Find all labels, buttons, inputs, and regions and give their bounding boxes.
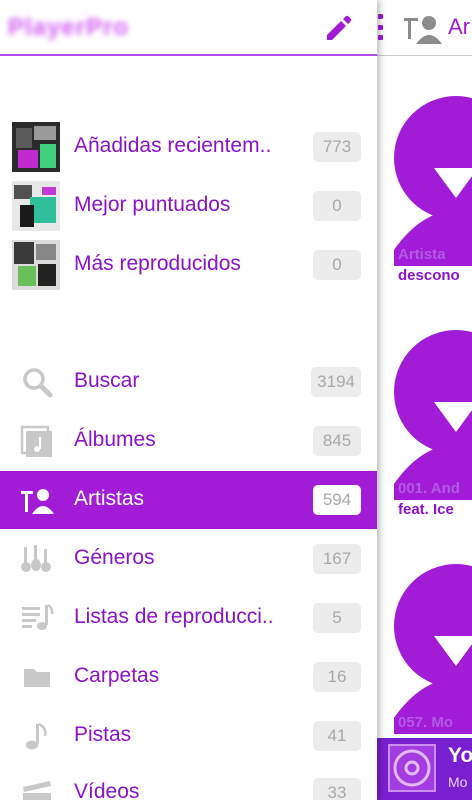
nav-item-tracks[interactable]: Pistas 41	[0, 707, 377, 765]
playlist-label: Mejor puntuados	[74, 193, 231, 216]
count-badge: 0	[313, 250, 361, 280]
edit-pencil-icon[interactable]	[322, 12, 354, 44]
playlist-most-played[interactable]: Más reproducidos 0	[0, 236, 377, 294]
artist-placeholder-icon	[394, 564, 472, 734]
nav-item-search[interactable]: Buscar 3194	[0, 353, 377, 411]
artist-card[interactable]: Artista descono	[394, 86, 472, 296]
artist-name-line1: 057. Mo	[398, 714, 454, 731]
count-badge: 167	[313, 544, 361, 574]
playlist-cover-thumbnail	[12, 122, 60, 172]
nav-label: Vídeos	[74, 780, 140, 800]
app-logo-text: PlayerPro	[8, 14, 130, 41]
artist-card[interactable]: 001. And feat. Ice	[394, 320, 472, 530]
artist-icon	[404, 16, 442, 44]
nav-label: Álbumes	[74, 428, 156, 451]
artist-icon	[21, 489, 54, 514]
nav-label: Carpetas	[74, 664, 160, 687]
artists-panel: Ar Artista descono 001. And feat. Ice 05…	[376, 0, 472, 800]
nav-item-playlists[interactable]: Listas de reproducci.. 5	[0, 589, 377, 647]
artist-placeholder-icon	[394, 96, 472, 266]
mini-player[interactable]: Yo Mo	[376, 738, 472, 800]
artists-toolbar: Ar	[376, 0, 472, 56]
nav-label: Pistas	[74, 723, 132, 746]
overflow-menu-icon[interactable]	[376, 14, 384, 40]
search-icon	[23, 368, 53, 398]
disc-icon	[393, 749, 431, 787]
count-badge: 41	[313, 721, 361, 751]
count-badge: 773	[313, 132, 361, 162]
artist-name-line2: descono	[398, 267, 460, 284]
nav-item-folders[interactable]: Carpetas 16	[0, 648, 377, 706]
artist-name-line2: feat. Ice	[398, 501, 454, 518]
playlist-icon	[22, 603, 54, 630]
artist-name-line1: Artista	[398, 246, 446, 263]
artist-placeholder-icon	[394, 330, 472, 500]
now-playing-artist: Mo	[448, 774, 468, 790]
playlist-top-rated[interactable]: Mejor puntuados 0	[0, 177, 377, 235]
playlist-cover-thumbnail	[12, 181, 60, 231]
count-badge: 16	[313, 662, 361, 692]
playlist-label: Más reproducidos	[74, 252, 241, 275]
navigation-drawer: PlayerPro Añadidas recientem.. 773 Mejor…	[0, 0, 377, 800]
nav-label: Artistas	[74, 487, 145, 510]
nav-item-artists[interactable]: Artistas 594	[0, 471, 377, 529]
now-playing-title: Yo	[448, 744, 472, 767]
count-badge: 5	[313, 603, 361, 633]
count-badge: 3194	[311, 367, 361, 397]
nav-label: Géneros	[74, 546, 155, 569]
music-note-icon	[26, 722, 47, 750]
playlist-cover-thumbnail	[12, 240, 60, 290]
nav-item-albums[interactable]: Álbumes 845	[0, 412, 377, 470]
count-badge: 33	[313, 778, 361, 800]
drawer-header: PlayerPro	[0, 0, 377, 56]
artist-name-line1: 001. And	[398, 480, 460, 497]
nav-item-genres[interactable]: Géneros 167	[0, 530, 377, 588]
folder-icon	[24, 669, 50, 687]
nav-label: Buscar	[74, 369, 140, 392]
app-logo: PlayerPro	[8, 14, 153, 42]
playlist-label: Añadidas recientem..	[74, 134, 272, 157]
nav-item-videos[interactable]: Vídeos 33	[0, 764, 377, 800]
count-badge: 594	[313, 485, 361, 515]
artist-card[interactable]: 057. Mo	[394, 554, 472, 744]
artists-title: Ar	[448, 14, 470, 39]
album-art	[388, 744, 436, 792]
genre-icon	[21, 545, 51, 572]
count-badge: 845	[313, 426, 361, 456]
album-icon	[20, 425, 52, 457]
video-icon	[23, 781, 51, 800]
count-badge: 0	[313, 191, 361, 221]
nav-label: Listas de reproducci..	[74, 605, 274, 628]
playlist-recently-added[interactable]: Añadidas recientem.. 773	[0, 118, 377, 176]
